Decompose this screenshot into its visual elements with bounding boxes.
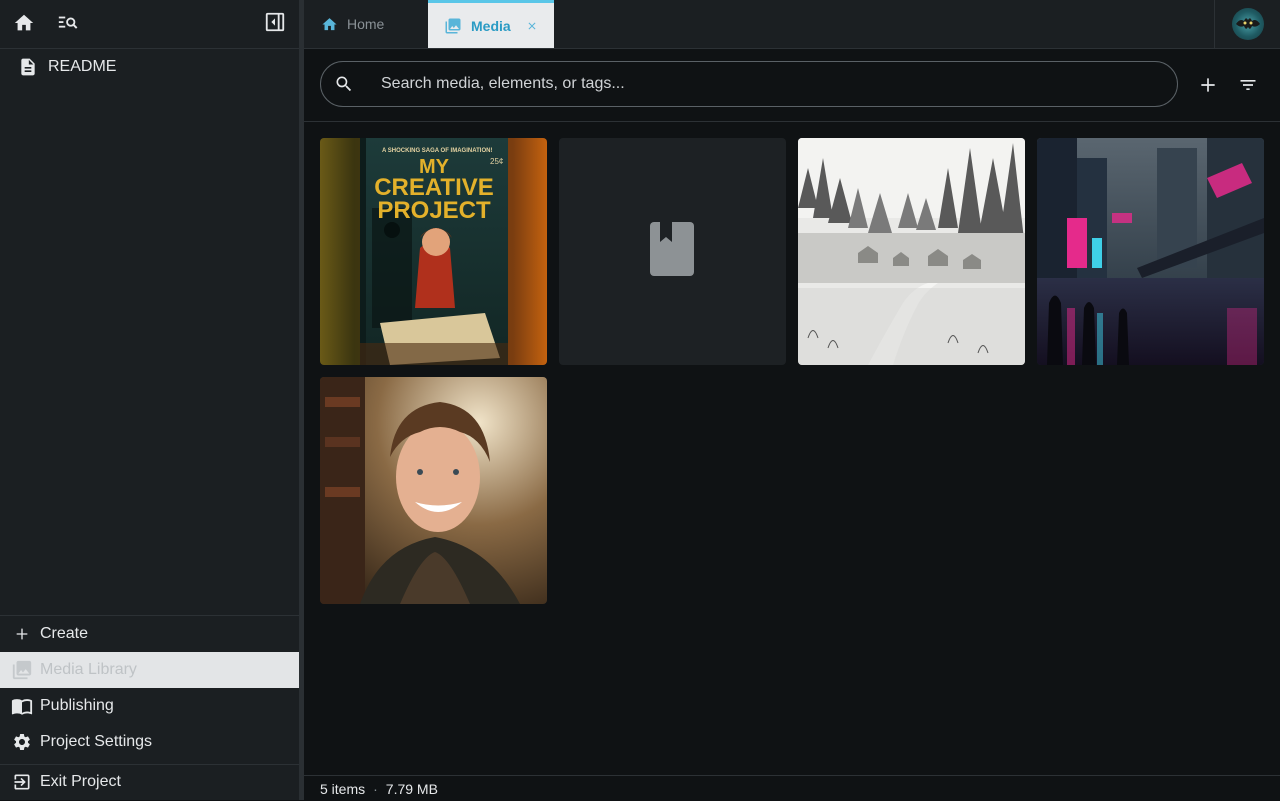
media-tile[interactable]: A SHOCKING SAGA OF IMAGINATION! 25¢ MY C… xyxy=(320,138,547,365)
sidebar-item-label: Media Library xyxy=(40,661,137,678)
tree-item-readme[interactable]: README xyxy=(0,52,299,82)
cover-title-line: PROJECT xyxy=(377,197,491,224)
sidebar-item-label: Create xyxy=(40,625,89,642)
sidebar-item-label: Exit Project xyxy=(40,773,121,790)
exit-icon xyxy=(11,771,33,793)
avatar[interactable] xyxy=(1231,8,1264,40)
book-icon xyxy=(648,220,698,283)
gear-icon xyxy=(11,731,33,753)
sidebar-item-media-library[interactable]: Media Library xyxy=(0,652,299,688)
media-toolbar xyxy=(304,49,1280,122)
plus-icon xyxy=(1201,78,1215,92)
close-icon[interactable] xyxy=(525,19,539,33)
home-icon xyxy=(320,15,338,33)
sidebar-item-publishing[interactable]: Publishing xyxy=(0,688,299,724)
main-area: Home Media Search media, elements, or ta… xyxy=(304,0,1280,801)
sidebar-item-label: Project Settings xyxy=(40,733,153,750)
tree-item-label: README xyxy=(48,58,117,75)
sidebar: README Create Media Library Publishing P… xyxy=(0,0,299,800)
plus-icon xyxy=(11,623,33,645)
media-tile[interactable] xyxy=(320,377,547,604)
search-input[interactable] xyxy=(379,74,1177,94)
sidebar-item-project-settings[interactable]: Project Settings xyxy=(0,724,299,760)
sidebar-item-exit-project[interactable]: Exit Project xyxy=(0,764,299,800)
media-tile[interactable] xyxy=(798,138,1025,365)
media-tile[interactable] xyxy=(559,138,786,365)
search-bar xyxy=(320,61,1178,107)
item-count: 5 items xyxy=(320,780,366,797)
total-size: 7.79 MB xyxy=(385,780,438,797)
filter-icon xyxy=(1240,80,1256,90)
sidebar-item-create[interactable]: Create xyxy=(0,616,299,652)
tab-label: Media xyxy=(471,17,511,34)
cover-tagline: A SHOCKING SAGA OF IMAGINATION! xyxy=(382,148,492,154)
status-bar: 5 items · 7.79 MB xyxy=(304,775,1280,801)
book-icon xyxy=(11,695,33,717)
cover-price: 25¢ xyxy=(490,157,503,166)
sidebar-footer: Create Media Library Publishing Project … xyxy=(0,615,299,800)
sidebar-header xyxy=(0,0,299,49)
tab-bar: Home Media xyxy=(304,0,1280,49)
user-menu[interactable] xyxy=(1214,0,1280,48)
filter-button[interactable] xyxy=(1236,73,1260,97)
tab-label: Home xyxy=(347,16,385,32)
status-separator: · xyxy=(373,780,378,797)
tab-home[interactable]: Home xyxy=(304,0,428,48)
collapse-sidebar-icon[interactable] xyxy=(263,10,287,34)
tab-media[interactable]: Media xyxy=(428,0,554,48)
home-icon[interactable] xyxy=(12,11,36,35)
media-library-icon xyxy=(11,659,33,681)
sidebar-item-label: Publishing xyxy=(40,697,114,714)
search-icon xyxy=(333,73,355,95)
media-tile[interactable] xyxy=(1037,138,1264,365)
media-library-icon xyxy=(444,17,462,35)
document-icon xyxy=(17,56,39,78)
search-tree-icon[interactable] xyxy=(56,11,80,35)
add-media-button[interactable] xyxy=(1196,73,1220,97)
